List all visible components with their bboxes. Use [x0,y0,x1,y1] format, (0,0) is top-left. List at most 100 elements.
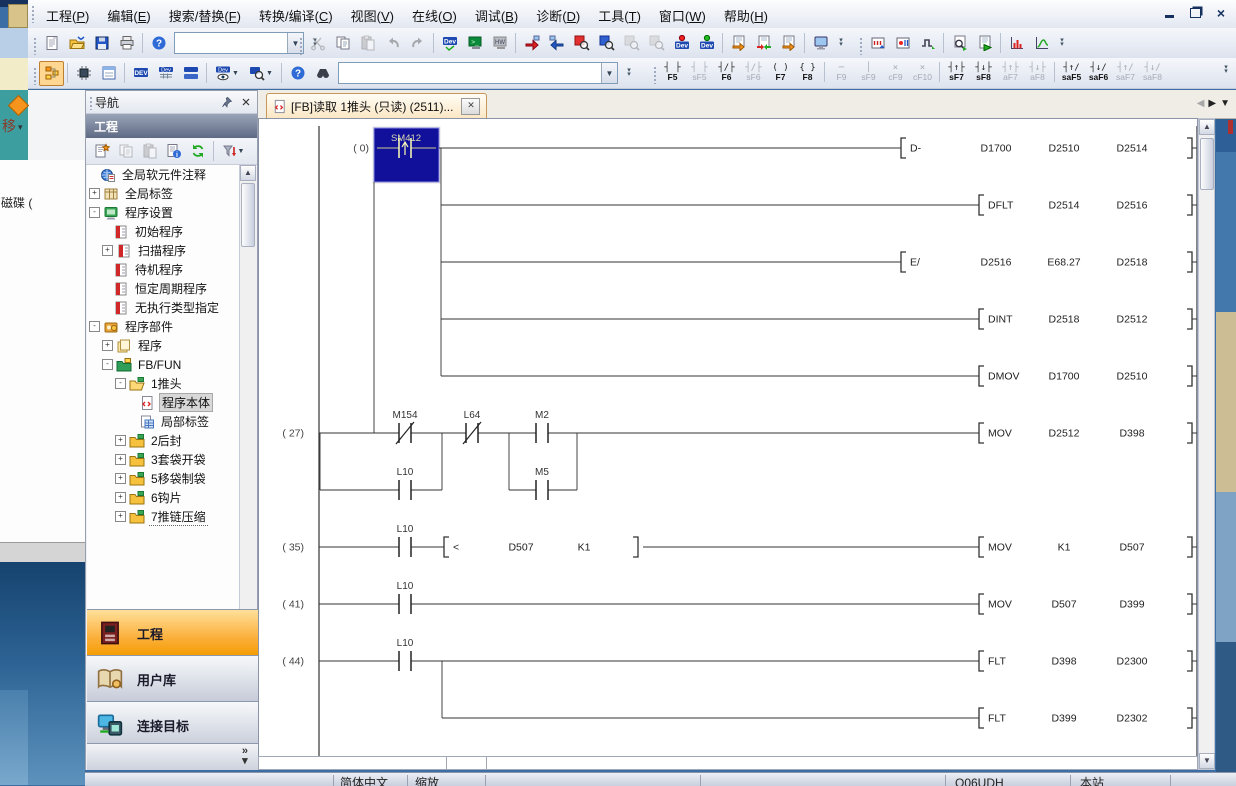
ladder-symbol-aF8-button[interactable]: ┤↓├aF8 [1024,58,1051,86]
tree-item-局部标签[interactable]: 局部标签 [87,412,242,431]
tree-item-3套袋开袋[interactable]: +3套袋开袋 [87,450,242,469]
menu-d[interactable]: 诊断(D) [527,0,589,28]
instruction-MOV[interactable]: MOVD507D399 [979,594,1197,614]
cut-icon[interactable] [305,31,330,56]
tree-item-7推链压缩[interactable]: +7推链压缩 [87,507,242,526]
device-batch-display-icon[interactable] [178,61,203,86]
tree-item-label[interactable]: 待机程序 [133,261,185,278]
menu-c[interactable]: 转换/编译(C) [250,0,342,28]
menu-h[interactable]: 帮助(H) [715,0,777,28]
scroll-up-icon[interactable]: ▲ [1199,119,1215,135]
tree-item-label[interactable]: 恒定周期程序 [133,280,209,297]
ladder-symbol-saF6-button[interactable]: ┤↓/saF6 [1085,58,1112,86]
write-to-plc-icon[interactable] [519,31,544,56]
tree-item-label[interactable]: 无执行类型指定 [133,299,221,316]
device-comment-icon[interactable]: Dev [437,31,462,56]
paste-icon[interactable] [355,31,380,56]
instruction-MOV[interactable]: MOVK1D507 [979,537,1197,557]
toolbar-combobox[interactable]: ▼ [338,62,618,84]
expand-icon[interactable]: + [89,188,100,199]
tree-item-全局标签[interactable]: + 全局标签 [87,184,242,203]
restore-button[interactable] [1186,4,1204,21]
toolbar-overflow-icon[interactable]: ▾▾ [1056,39,1068,47]
help-2-icon[interactable]: ? [285,61,310,86]
pane-split-box[interactable] [447,757,487,769]
monitor-stop-icon[interactable] [594,31,619,56]
paste-item-icon[interactable] [138,140,162,163]
menu-e[interactable]: 编辑(E) [98,0,159,28]
ladder-canvas[interactable]: SM412M154L64M2L10M5L10L10L10D-D1700D2510… [259,119,1197,757]
collapse-icon[interactable]: - [102,359,113,370]
editor-vertical-scrollbar[interactable]: ▲ ▼ [1198,118,1215,770]
ladder-symbol-saF5-button[interactable]: ┤↑/saF5 [1058,58,1085,86]
device-test-icon[interactable] [890,31,915,56]
instruction-DMOV[interactable]: DMOVD1700D2510 [979,366,1197,386]
ladder-symbol-saF8-button[interactable]: ┤↓/saF8 [1139,58,1166,86]
contact-L10[interactable]: L10 [397,524,414,557]
copy-item-icon[interactable] [114,140,138,163]
find-in-program-icon[interactable] [947,31,972,56]
collapse-icon[interactable]: - [89,321,100,332]
combobox-value[interactable] [175,33,287,53]
menu-p[interactable]: 工程(P) [37,0,98,28]
ladder-symbol-F7-button[interactable]: ( )F7 [767,58,794,86]
instruction-E/[interactable]: E/D2516E68.27D2518 [901,252,1197,272]
tree-item-label[interactable]: 全局标签 [123,185,175,202]
ladder-symbol-F6-button[interactable]: ┤/├F6 [713,58,740,86]
help-icon[interactable]: ? [146,31,171,56]
menu-t[interactable]: 工具(T) [589,0,650,28]
contact-L10[interactable]: L10 [397,467,414,500]
tree-item-label[interactable]: 2后封 [149,432,184,449]
instruction-MOV[interactable]: MOVD2512D398 [979,423,1197,443]
remote-operation-icon[interactable] [644,31,669,56]
close-button[interactable]: × [1212,4,1230,21]
undo-icon[interactable] [380,31,405,56]
new-project-icon[interactable] [39,31,64,56]
expand-icon[interactable]: + [115,435,126,446]
nav-stack-用户库[interactable]: 用户库 [87,655,258,702]
navigation-window-toggle-icon[interactable] [39,61,64,86]
toolbar-grip[interactable] [653,66,657,84]
print-icon[interactable] [114,31,139,56]
ladder-symbol-saF7-button[interactable]: ┤↑/saF7 [1112,58,1139,86]
read-from-plc-icon[interactable] [544,31,569,56]
function-block-selection-icon[interactable] [71,61,96,86]
tree-item-label[interactable]: 程序 [136,337,164,354]
toolbar-grip[interactable] [299,37,303,55]
ladder-symbol-sF7-button[interactable]: ┤↑├sF7 [943,58,970,86]
contact-M2[interactable]: M2 [535,410,549,443]
sort-icon[interactable]: ▼ [217,140,249,163]
device-memory-display-icon[interactable]: Dev [153,61,178,86]
output-window-icon[interactable] [96,61,121,86]
tree-item-label[interactable]: FB/FUN [136,358,183,372]
toolbar-combobox[interactable]: ▼ [174,32,304,54]
tab-list-icon[interactable]: ▼ [1220,98,1234,109]
trend-chart-green-icon[interactable] [1029,31,1054,56]
instruction-D-[interactable]: D-D1700D2510D2514 [901,138,1197,158]
trend-chart-red-icon[interactable] [1004,31,1029,56]
redo-icon[interactable] [405,31,430,56]
scaling-setting-icon[interactable] [865,31,890,56]
scroll-thumb[interactable] [1200,138,1214,190]
toolbar-overflow-icon[interactable]: ▾▾ [623,69,635,77]
start-watching-icon[interactable] [726,31,751,56]
watch-window-icon[interactable]: Dev▼ [210,61,244,86]
tree-item-label[interactable]: 全局软元件注释 [120,166,208,183]
scroll-thumb[interactable] [241,183,255,247]
nav-stack-连接目标[interactable]: 连接目标 [87,701,258,748]
pane-split-box[interactable] [259,757,447,769]
ladder-editor[interactable]: SM412M154L64M2L10M5L10L10L10D-D1700D2510… [258,118,1198,758]
contact-L64[interactable]: L64 [463,410,481,444]
instruction-<[interactable]: <D507K1 [444,537,638,557]
scroll-down-icon[interactable]: ▼ [1199,753,1215,769]
contact-M5[interactable]: M5 [535,467,549,500]
new-item-icon[interactable] [90,140,114,163]
chevron-down-icon[interactable]: ▼ [601,63,617,83]
ladder-symbol-cF9-button[interactable]: ×cF9 [882,58,909,86]
tree-item-label[interactable]: 局部标签 [159,413,211,430]
ladder-symbol-aF7-button[interactable]: ┤↑├aF7 [997,58,1024,86]
toolbar-grip[interactable] [859,37,863,55]
tab-fb-program[interactable]: [FB]读取 1推头 (只读) (2511)... ✕ [266,93,487,119]
pc-monitor-icon[interactable] [808,31,833,56]
tree-item-初始程序[interactable]: 初始程序 [87,222,242,241]
